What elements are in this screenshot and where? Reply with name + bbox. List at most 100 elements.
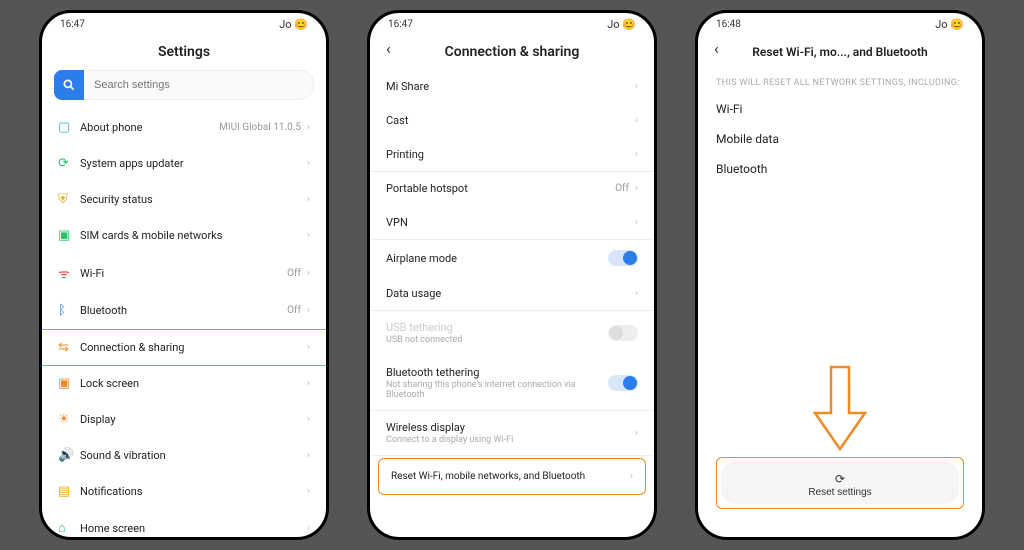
search-input[interactable] bbox=[84, 70, 314, 100]
reset-item: Mobile data bbox=[698, 124, 982, 154]
phone-connection-sharing: 16:47 Jo 😊 ‹ Connection & sharing Mi Sha… bbox=[367, 10, 657, 540]
settings-row-notifications[interactable]: ▤Notifications› bbox=[42, 474, 326, 510]
row-airplane[interactable]: Airplane mode bbox=[370, 240, 654, 277]
chevron-right-icon: › bbox=[307, 414, 310, 425]
chevron-right-icon: › bbox=[635, 288, 638, 299]
chevron-right-icon: › bbox=[307, 378, 310, 389]
row-reset-networks[interactable]: Reset Wi-Fi, mobile networks, and Blueto… bbox=[378, 458, 646, 495]
reset-settings-button[interactable]: ⟳ Reset settings bbox=[721, 462, 959, 504]
row-usb-tethering: USB tetheringUSB not connected bbox=[370, 311, 654, 356]
settings-list: ▢About phoneMIUI Global 11.0.5 › ⟳System a… bbox=[42, 110, 326, 537]
row-icon: ᯤ bbox=[58, 264, 80, 282]
chevron-right-icon: › bbox=[307, 305, 310, 316]
row-label: Connection & sharing bbox=[80, 341, 307, 354]
row-value: Off bbox=[287, 305, 301, 316]
reset-button-highlight: ⟳ Reset settings bbox=[716, 457, 964, 509]
chevron-right-icon: › bbox=[307, 230, 310, 241]
settings-row-lock-screen[interactable]: ▣Lock screen› bbox=[42, 366, 326, 402]
status-right: Jo 😊 bbox=[279, 18, 308, 31]
status-right: Jo 😊 bbox=[935, 18, 964, 31]
clock: 16:48 bbox=[716, 19, 741, 30]
chevron-right-icon: › bbox=[307, 523, 310, 534]
settings-row-system-apps-updater[interactable]: ⟳System apps updater› bbox=[42, 146, 326, 182]
header: ‹ Connection & sharing bbox=[370, 35, 654, 70]
chevron-right-icon: › bbox=[635, 428, 638, 439]
chevron-right-icon: › bbox=[635, 115, 638, 126]
reset-item: Wi-Fi bbox=[698, 94, 982, 124]
back-button[interactable]: ‹ bbox=[714, 39, 719, 58]
phone-reset-networks: 16:48 Jo 😊 ‹ Reset Wi-Fi, mo..., and Blu… bbox=[695, 10, 985, 540]
statusbar: 16:48 Jo 😊 bbox=[698, 13, 982, 35]
section-header: THIS WILL RESET ALL NETWORK SETTINGS, IN… bbox=[698, 70, 982, 94]
row-icon: ▢ bbox=[58, 120, 80, 135]
row-label: System apps updater bbox=[80, 157, 307, 170]
row-icon: ⇆ bbox=[58, 340, 80, 355]
row-label: Display bbox=[80, 413, 307, 426]
row-icon: ☀ bbox=[58, 412, 80, 427]
row-printing[interactable]: Printing› bbox=[370, 138, 654, 172]
clock: 16:47 bbox=[388, 19, 413, 30]
row-label: Home screen bbox=[80, 522, 307, 535]
page-title: Reset Wi-Fi, mo..., and Bluetooth bbox=[752, 45, 928, 59]
row-label: About phone bbox=[80, 121, 219, 134]
page-title: Connection & sharing bbox=[445, 44, 580, 60]
row-label: SIM cards & mobile networks bbox=[80, 229, 307, 242]
toggle-usb-tethering bbox=[608, 325, 638, 341]
row-icon: ⌂ bbox=[58, 520, 80, 536]
row-datausage[interactable]: Data usage› bbox=[370, 277, 654, 311]
row-hotspot[interactable]: Portable hotspotOff› bbox=[370, 172, 654, 206]
row-icon: 🔊 bbox=[58, 448, 80, 463]
chevron-right-icon: › bbox=[635, 81, 638, 92]
row-value: MIUI Global 11.0.5 bbox=[219, 122, 301, 133]
chevron-right-icon: › bbox=[307, 194, 310, 205]
reset-item: Bluetooth bbox=[698, 154, 982, 184]
row-label: Sound & vibration bbox=[80, 449, 307, 462]
row-icon: ▤ bbox=[58, 484, 80, 499]
reset-button-label: Reset settings bbox=[808, 487, 871, 498]
row-vpn[interactable]: VPN› bbox=[370, 206, 654, 240]
back-button[interactable]: ‹ bbox=[386, 39, 391, 58]
chevron-right-icon: › bbox=[635, 183, 638, 194]
chevron-right-icon: › bbox=[635, 217, 638, 228]
row-wireless-display[interactable]: Wireless displayConnect to a display usi… bbox=[370, 411, 654, 456]
clock: 16:47 bbox=[60, 19, 85, 30]
search-bar[interactable] bbox=[54, 70, 314, 100]
settings-row-security-status[interactable]: ⛨Security status› bbox=[42, 182, 326, 218]
reset-icon: ⟳ bbox=[835, 472, 845, 486]
row-icon: ᛒ bbox=[58, 303, 80, 318]
row-bt-tethering[interactable]: Bluetooth tetheringNot sharing this phon… bbox=[370, 356, 654, 411]
row-icon: ⛨ bbox=[58, 192, 80, 207]
row-label: Bluetooth bbox=[80, 304, 287, 317]
chevron-right-icon: › bbox=[307, 268, 310, 279]
status-right: Jo 😊 bbox=[607, 18, 636, 31]
header: ‹ Reset Wi-Fi, mo..., and Bluetooth bbox=[698, 35, 982, 70]
settings-row-bluetooth[interactable]: ᛒBluetoothOff › bbox=[42, 293, 326, 329]
settings-row-wi-fi[interactable]: ᯤWi-FiOff› bbox=[42, 254, 326, 293]
row-mishare[interactable]: Mi Share› bbox=[370, 70, 654, 104]
reset-items: Wi-FiMobile dataBluetooth bbox=[698, 94, 982, 184]
settings-row-display[interactable]: ☀Display› bbox=[42, 402, 326, 438]
settings-row-sound-vibration[interactable]: 🔊Sound & vibration› bbox=[42, 438, 326, 474]
row-value: Off bbox=[287, 268, 301, 279]
settings-row-sim-cards-mobile-networks[interactable]: ▣SIM cards & mobile networks› bbox=[42, 218, 326, 254]
settings-row-connection-sharing[interactable]: ⇆Connection & sharing› bbox=[42, 329, 326, 366]
search-icon[interactable] bbox=[54, 70, 84, 100]
row-label: Lock screen bbox=[80, 377, 307, 390]
chevron-right-icon: › bbox=[307, 122, 310, 133]
connection-list: Mi Share› Cast› Printing› Portable hotsp… bbox=[370, 70, 654, 537]
toggle-bt-tethering[interactable] bbox=[608, 375, 638, 391]
header: Settings bbox=[42, 35, 326, 70]
settings-row-about-phone[interactable]: ▢About phoneMIUI Global 11.0.5 › bbox=[42, 110, 326, 146]
chevron-right-icon: › bbox=[307, 342, 310, 353]
chevron-right-icon: › bbox=[307, 486, 310, 497]
chevron-right-icon: › bbox=[630, 471, 633, 482]
chevron-right-icon: › bbox=[307, 450, 310, 461]
row-label: Security status bbox=[80, 193, 307, 206]
toggle-airplane[interactable] bbox=[608, 250, 638, 266]
settings-row-home-screen[interactable]: ⌂Home screen› bbox=[42, 510, 326, 537]
row-label: Notifications bbox=[80, 485, 307, 498]
statusbar: 16:47 Jo 😊 bbox=[42, 13, 326, 35]
row-cast[interactable]: Cast› bbox=[370, 104, 654, 138]
annotation-arrow-icon bbox=[811, 365, 869, 453]
chevron-right-icon: › bbox=[635, 149, 638, 160]
